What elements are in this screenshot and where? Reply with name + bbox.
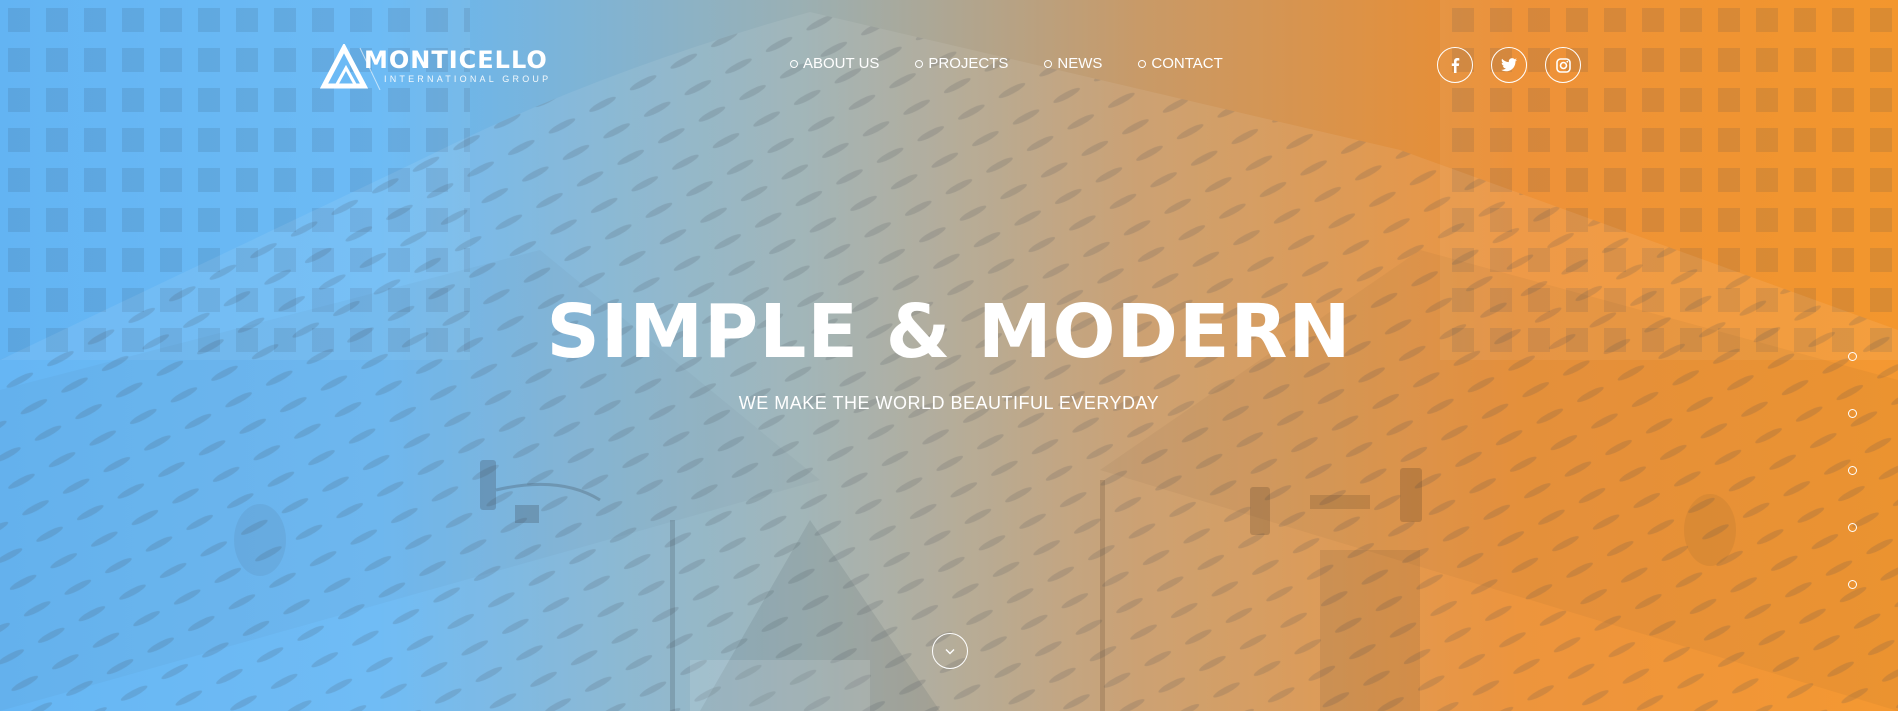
nav-item-projects[interactable]: PROJECTS: [915, 55, 1008, 72]
nav-item-about-us[interactable]: ABOUT US: [790, 55, 879, 72]
twitter-button[interactable]: [1491, 47, 1527, 83]
slide-dot-3[interactable]: [1848, 466, 1857, 475]
scroll-down-button[interactable]: [932, 633, 968, 669]
instagram-icon: [1555, 57, 1571, 73]
brand-tagline: INTERNATIONAL GROUP: [384, 74, 552, 84]
slide-dot-2[interactable]: [1848, 409, 1857, 418]
nav-item-label: CONTACT: [1151, 55, 1223, 72]
nav-item-label: PROJECTS: [928, 55, 1009, 72]
nav-item-news[interactable]: NEWS: [1044, 55, 1102, 72]
slide-dot-4[interactable]: [1848, 523, 1857, 532]
circle-bullet-icon: [915, 59, 924, 68]
circle-bullet-icon: [790, 59, 798, 68]
facebook-button[interactable]: [1437, 47, 1473, 83]
main-nav: ABOUT US PROJECTS NEWS CONTACT: [790, 55, 1223, 72]
hero-title: SIMPLE & MODERN: [546, 289, 1352, 375]
brand-logo[interactable]: MONTICELLO INTERNATIONAL GROUP: [320, 44, 548, 90]
social-links: [1437, 47, 1581, 83]
nav-item-label: NEWS: [1057, 55, 1103, 72]
hero-subtitle: WE MAKE THE WORLD BEAUTIFUL EVERYDAY: [738, 393, 1160, 413]
instagram-button[interactable]: [1545, 47, 1581, 83]
circle-bullet-icon: [1138, 59, 1147, 68]
facebook-icon: [1451, 58, 1460, 73]
circle-bullet-icon: [1044, 59, 1053, 68]
slide-dot-1[interactable]: [1848, 352, 1857, 361]
nav-item-contact[interactable]: CONTACT: [1138, 55, 1223, 72]
brand-name: MONTICELLO: [364, 46, 548, 74]
slide-dot-5[interactable]: [1848, 580, 1857, 589]
twitter-icon: [1501, 58, 1517, 72]
chevron-down-icon: [945, 648, 955, 654]
nav-item-label: ABOUT US: [803, 55, 880, 72]
slide-pagination: [1848, 352, 1857, 589]
